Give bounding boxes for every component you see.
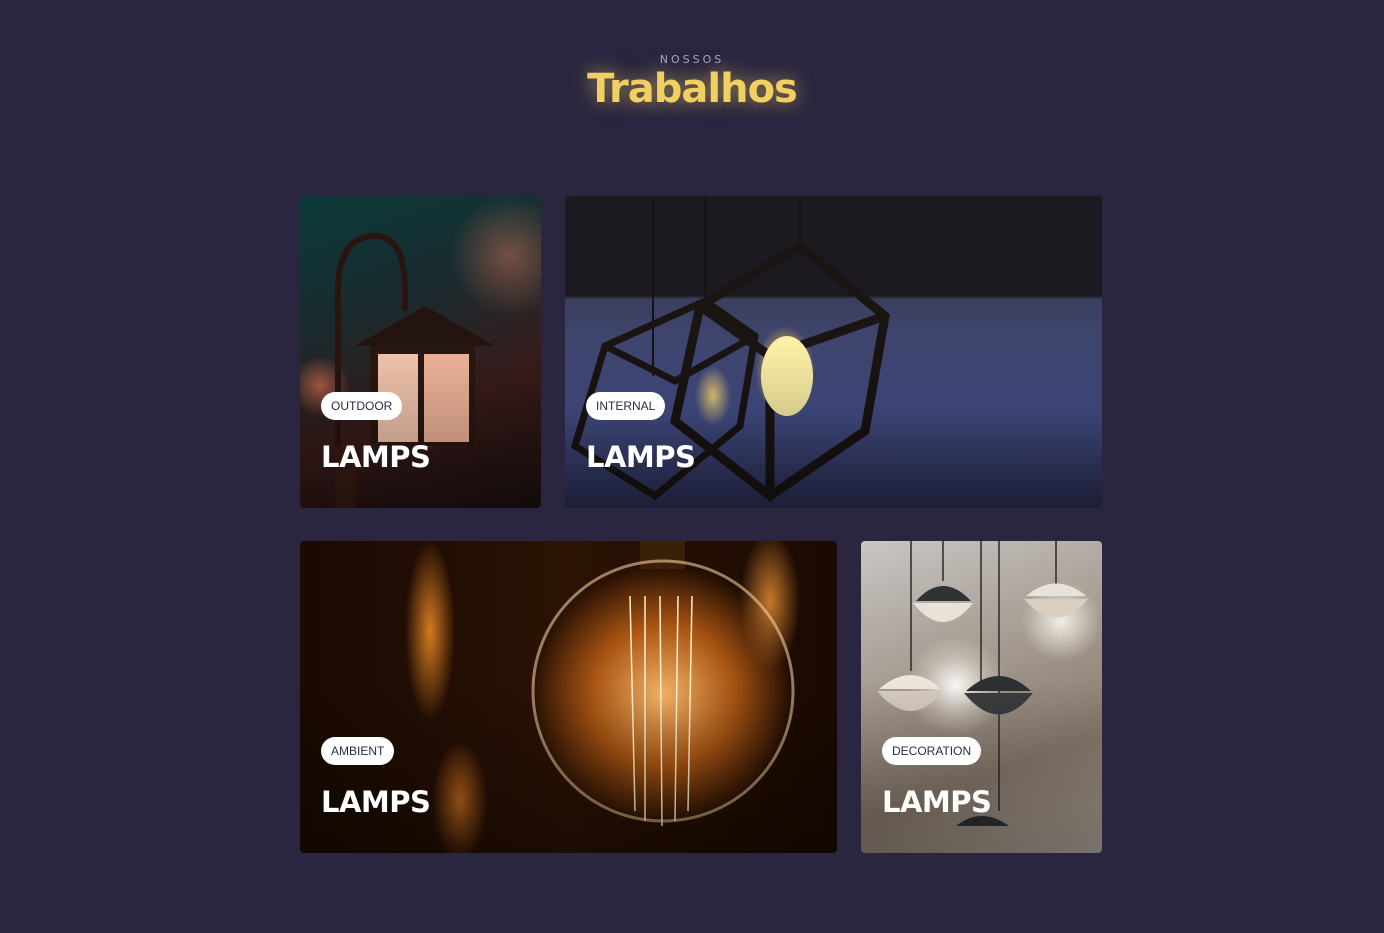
project-card-decoration[interactable]: DECORATION LAMPS (861, 541, 1102, 853)
section-title: Trabalhos (587, 66, 798, 112)
category-tag: INTERNAL (586, 392, 666, 420)
card-title: LAMPS (882, 785, 992, 819)
project-card-outdoor[interactable]: OUTDOOR LAMPS (300, 196, 541, 508)
project-card-ambient[interactable]: AMBIENT LAMPS (300, 541, 837, 853)
card-title: LAMPS (321, 440, 431, 474)
category-tag: DECORATION (882, 737, 982, 765)
category-tag: AMBIENT (321, 737, 395, 765)
card-title: LAMPS (586, 440, 696, 474)
section-eyebrow: NOSSOS (659, 53, 725, 66)
category-tag: OUTDOOR (321, 392, 403, 420)
card-title: LAMPS (321, 785, 431, 819)
project-card-internal[interactable]: INTERNAL LAMPS (565, 196, 1102, 508)
